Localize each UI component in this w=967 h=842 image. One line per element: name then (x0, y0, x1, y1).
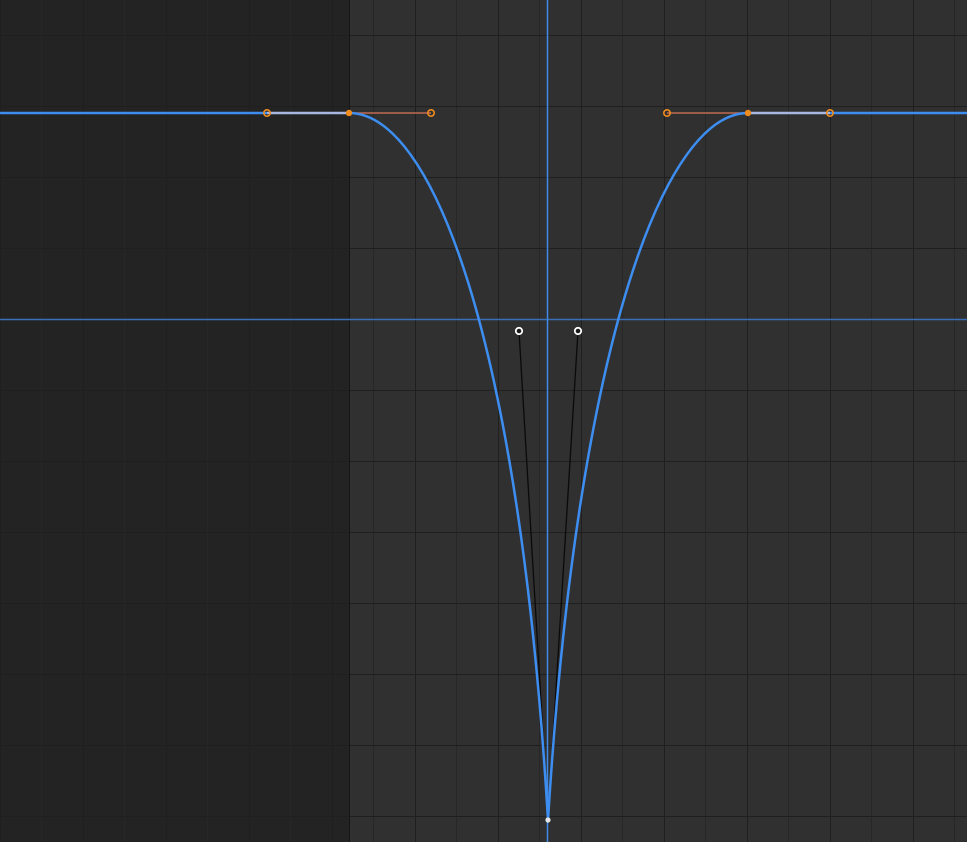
graph-editor-svg[interactable] (0, 0, 967, 842)
keyframe-right-plateau[interactable] (744, 109, 752, 117)
in-range-background (349, 0, 967, 842)
keyframe-bottom[interactable] (545, 817, 551, 823)
graph-editor-canvas[interactable] (0, 0, 967, 842)
handle-bottom-key-left[interactable] (514, 326, 524, 336)
keyframe-left-plateau[interactable] (345, 109, 353, 117)
out-of-range-background (0, 0, 349, 842)
handle-bottom-key-right[interactable] (573, 326, 583, 336)
